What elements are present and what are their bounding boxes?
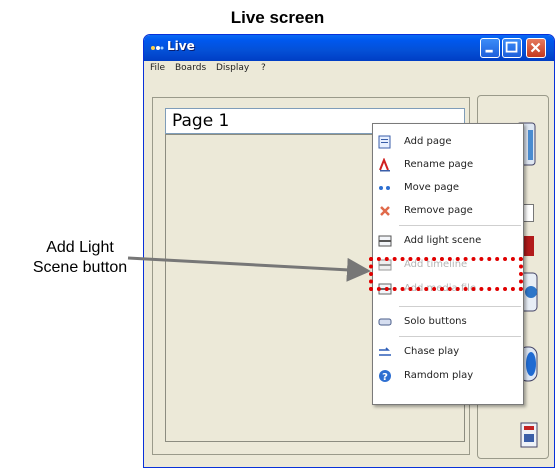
highlight-box	[369, 257, 523, 291]
menu-item-label: Add light scene	[404, 235, 482, 246]
close-icon	[530, 42, 541, 53]
menu-boards[interactable]: Boards	[175, 63, 206, 73]
title-bar[interactable]: Live	[144, 35, 554, 61]
solo-buttons-icon	[378, 318, 392, 326]
menu-item-move-page[interactable]: Move page	[373, 176, 523, 200]
annotation-line-2: Scene button	[32, 259, 128, 276]
move-icon	[379, 186, 390, 190]
menu-bar: File Boards Display ?	[144, 61, 554, 79]
menu-item-random-play[interactable]: ? Ramdom play	[373, 364, 523, 388]
caption: Live screen	[230, 8, 325, 27]
rename-icon	[379, 158, 390, 172]
menu-item-label: Solo buttons	[404, 316, 467, 327]
menu-item-rename-page[interactable]: Rename page	[373, 153, 523, 177]
menu-item-label: Add page	[404, 136, 452, 147]
menu-item-label: Chase play	[404, 346, 460, 357]
sound-button-icon[interactable]	[520, 422, 538, 448]
annotation-line-1: Add Light	[46, 239, 114, 256]
menu-item-label: Ramdom play	[404, 370, 474, 381]
remove-icon	[380, 206, 390, 216]
menu-item-label: Remove page	[404, 205, 473, 216]
annotation-label: Add Light Scene button	[5, 238, 155, 278]
light-scene-icon	[378, 235, 392, 247]
menu-file[interactable]: File	[150, 63, 165, 73]
page-title: Page 1	[172, 111, 230, 131]
minimize-icon	[485, 49, 493, 53]
menu-display[interactable]: Display	[216, 63, 249, 73]
maximize-icon	[505, 41, 518, 53]
menu-item-solo-buttons[interactable]: Solo buttons	[373, 310, 523, 334]
menu-item-add-light-scene[interactable]: Add light scene	[373, 229, 523, 253]
close-button[interactable]	[526, 38, 546, 58]
menu-help[interactable]: ?	[261, 63, 266, 73]
minimize-button[interactable]	[480, 38, 500, 58]
menu-item-add-page[interactable]: Add page	[373, 130, 523, 154]
menu-separator	[399, 336, 521, 337]
maximize-button[interactable]	[502, 38, 522, 58]
menu-item-label: Move page	[404, 182, 459, 193]
chase-play-icon	[379, 347, 391, 356]
menu-separator	[399, 225, 521, 226]
red-button-icon[interactable]	[524, 236, 534, 256]
menu-separator	[399, 306, 521, 307]
add-page-icon	[378, 135, 391, 149]
random-play-icon: ?	[379, 370, 391, 383]
menu-item-label: Rename page	[404, 159, 474, 170]
window-title: Live	[167, 39, 195, 53]
menu-item-chase-play[interactable]: Chase play	[373, 340, 523, 364]
menu-item-remove-page[interactable]: Remove page	[373, 199, 523, 223]
app-icon	[151, 46, 164, 50]
svg-text:?: ?	[382, 372, 388, 383]
